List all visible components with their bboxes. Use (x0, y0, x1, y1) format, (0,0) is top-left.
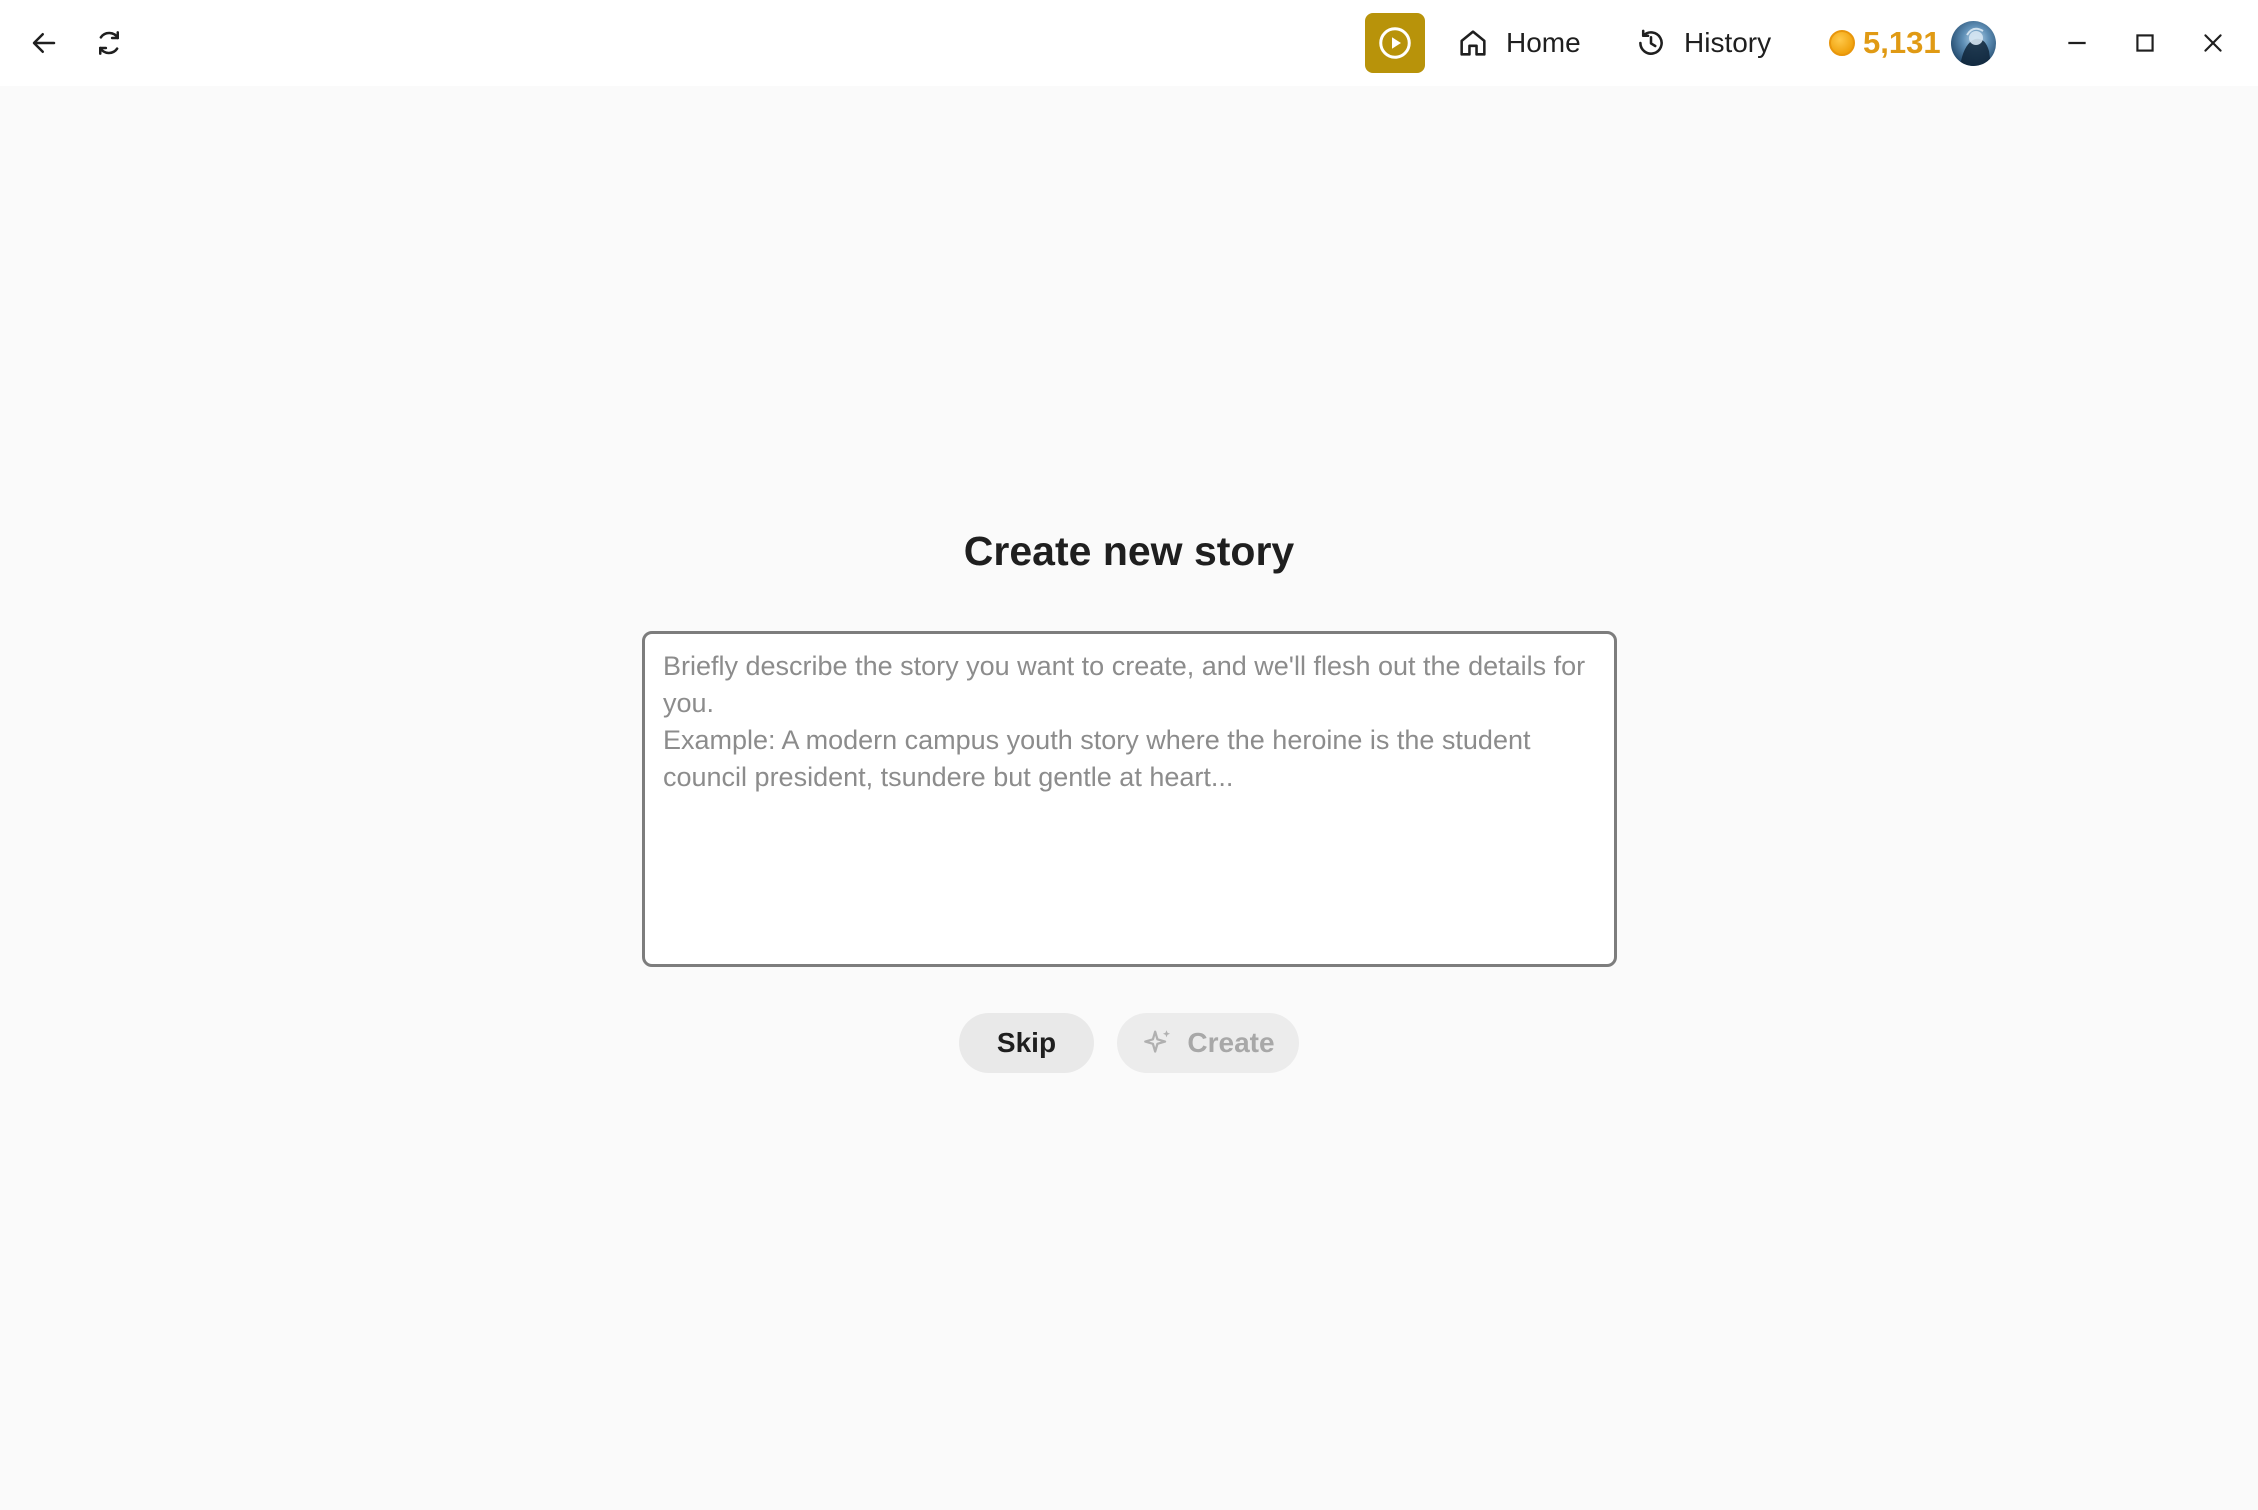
home-icon (1460, 30, 1486, 56)
maximize-icon (2136, 34, 2154, 52)
coin-icon (1829, 30, 1855, 56)
nav-history-label: History (1684, 27, 1772, 58)
story-description-input[interactable] (663, 648, 1596, 950)
maximize-button[interactable] (2117, 15, 2173, 71)
title-bar: Home History 5,131 (0, 0, 2258, 86)
sparkle-icon (1144, 1030, 1171, 1053)
back-button[interactable] (16, 15, 72, 71)
create-label: Create (1187, 1027, 1275, 1058)
avatar-image (1957, 27, 1991, 66)
play-button[interactable] (1365, 13, 1425, 73)
play-icon (1379, 27, 1411, 59)
create-button[interactable]: Create (1117, 1013, 1299, 1073)
page-title: Create new story (963, 528, 1295, 574)
coin-count: 5,131 (1863, 25, 1941, 60)
refresh-icon (99, 31, 119, 55)
refresh-button[interactable] (81, 15, 137, 71)
history-icon (1639, 29, 1663, 55)
minimize-button[interactable] (2049, 15, 2105, 71)
story-input-box (642, 631, 1617, 967)
skip-label: Skip (996, 1027, 1057, 1058)
close-button[interactable] (2185, 15, 2241, 71)
nav-history[interactable]: History (1634, 20, 1771, 66)
minimize-icon (2068, 41, 2086, 45)
avatar[interactable] (1951, 21, 1996, 66)
nav-home-label: Home (1506, 27, 1581, 58)
nav-home[interactable]: Home (1456, 20, 1581, 66)
skip-button[interactable]: Skip (959, 1013, 1094, 1073)
close-icon (2204, 34, 2222, 52)
back-arrow-icon (32, 33, 56, 53)
coin-balance[interactable]: 5,131 (1829, 20, 1941, 66)
